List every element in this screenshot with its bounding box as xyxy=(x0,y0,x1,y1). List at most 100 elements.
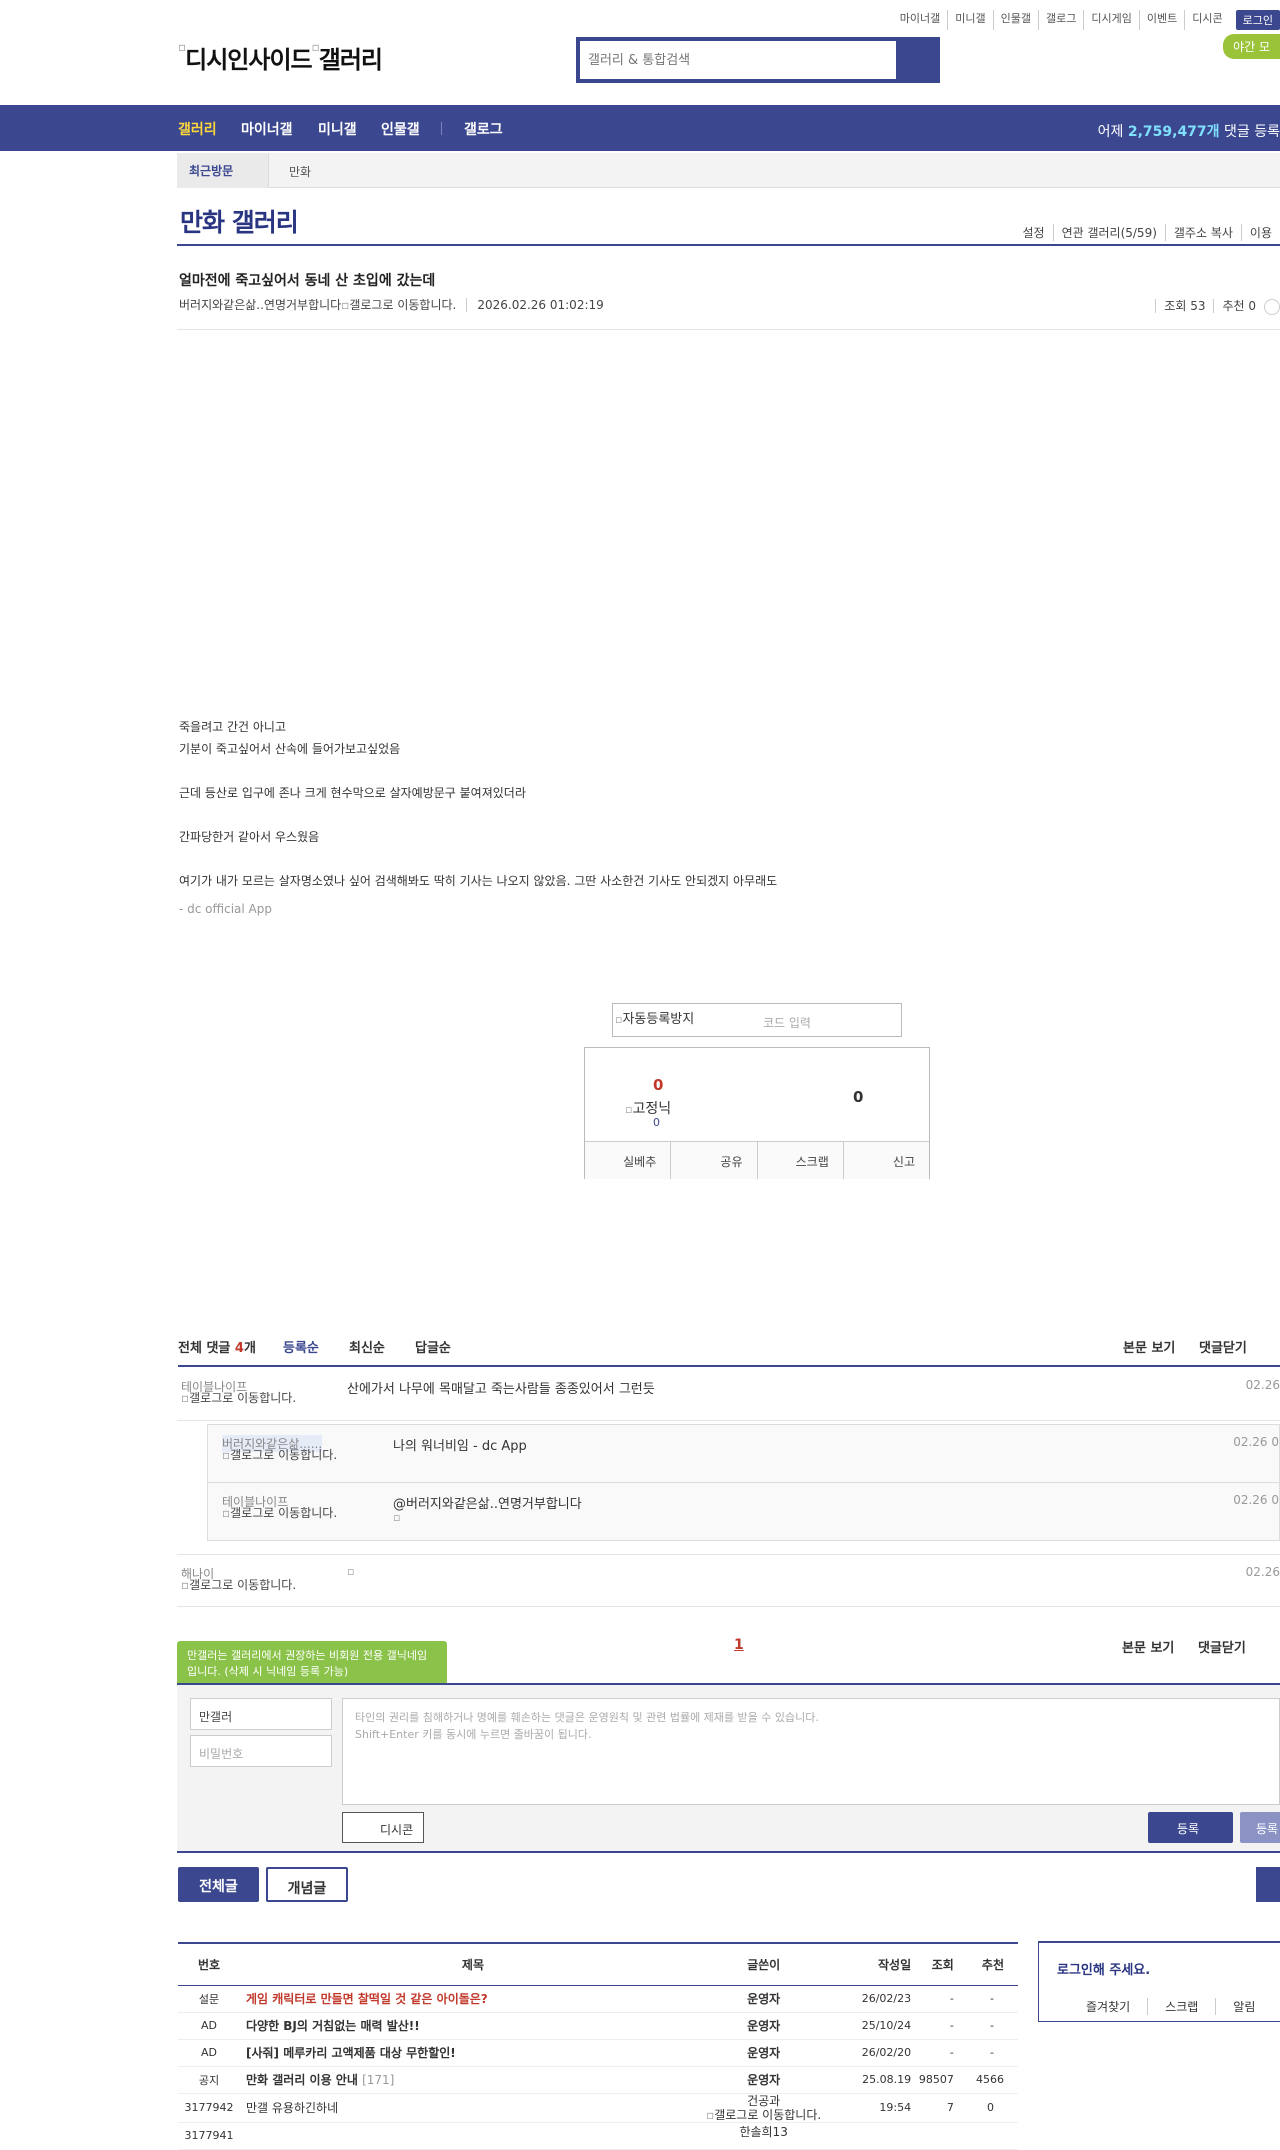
upvote-count[interactable]: 0 xyxy=(653,1076,663,1094)
settings-link[interactable]: 설정 xyxy=(1014,224,1052,241)
post-table: 번호 제목 글쓴이 작성일 조회 추천 설문 게임 캐릭터로 만들면 찰떡일 것… xyxy=(178,1944,1018,2150)
login-button[interactable]: 로그인 xyxy=(1235,10,1280,30)
favorites-link[interactable]: 즐겨찾기 xyxy=(1039,1998,1147,2015)
row-writer[interactable]: 운영자 xyxy=(705,2012,822,2040)
row-title[interactable]: 게임 캐릭터로 만들면 찰떡일 것 같은 아이돌은? xyxy=(239,1985,706,2013)
gallery-title[interactable]: 만화 갤러리 xyxy=(180,203,299,239)
nav-person[interactable]: 인물갤 xyxy=(381,119,420,139)
report-button[interactable]: 신고 xyxy=(842,1142,929,1179)
captcha-input[interactable]: 코드 입력 xyxy=(763,1014,811,1031)
toplink-person[interactable]: 인물갤 xyxy=(992,10,1038,30)
usage-link[interactable]: 이용 xyxy=(1240,224,1280,241)
gallog-icon[interactable]: ▫갤로그로 이동합니다. xyxy=(222,1507,337,1520)
toplink-gallog[interactable]: 갤로그 xyxy=(1038,10,1083,30)
row-recommend: - xyxy=(953,2012,1018,2040)
close-comments-link[interactable]: 댓글닫기 xyxy=(1198,1637,1246,1656)
nickname-input[interactable]: 만갤러 xyxy=(190,1698,332,1730)
sort-replies[interactable]: 답글순 xyxy=(415,1337,451,1356)
sort-registered[interactable]: 등록순 xyxy=(283,1337,319,1356)
gallog-icon[interactable]: ▫갤로그로 이동합니다. xyxy=(341,298,456,312)
write-button[interactable] xyxy=(1256,1867,1280,1902)
row-views: - xyxy=(911,2039,954,2067)
nav-gallog[interactable]: 갤로그 xyxy=(464,119,503,139)
notify-link[interactable]: 알림 xyxy=(1215,1998,1272,2015)
toplink-minor[interactable]: 마이너갤 xyxy=(893,10,947,30)
submit-recommend-button[interactable]: 등록 xyxy=(1240,1812,1280,1843)
row-comment-count[interactable]: [171] xyxy=(362,2073,394,2087)
toplink-event[interactable]: 이벤트 xyxy=(1138,10,1184,30)
stat-suffix: 댓글 등록 xyxy=(1224,124,1280,140)
row-writer[interactable]: 운영자 xyxy=(705,2066,822,2094)
comment-textarea[interactable]: 타인의 권리를 침해하거나 명예를 훼손하는 댓글은 운영원칙 및 관련 법률에… xyxy=(342,1698,1280,1805)
row-writer-cell[interactable]: 건공과 ▫갤로그로 이동합니다. xyxy=(705,2093,822,2123)
main-nav: 갤러리 마이너갤 미니갤 인물갤 갤로그 어제 2,759,477개 댓글 등록 xyxy=(0,105,1280,151)
post-views: 조회 53 xyxy=(1155,299,1214,313)
tab-all-posts[interactable]: 전체글 xyxy=(178,1867,259,1902)
captcha-image: ▫자동등록방지 xyxy=(615,1008,694,1027)
row-title[interactable]: 만갤 유용하긴하네 xyxy=(239,2093,706,2123)
broken-image-icon: ▫ xyxy=(222,1448,231,1462)
gallog-icon[interactable]: ▫갤로그로 이동합니다. xyxy=(706,2108,821,2122)
comment-total-label: 전체 댓글 xyxy=(178,1341,231,1356)
dccon-button[interactable]: 디시콘 xyxy=(342,1812,424,1843)
nav-minor[interactable]: 마이너갤 xyxy=(241,119,293,139)
nav-gallery[interactable]: 갤러리 xyxy=(178,119,217,139)
gallog-icon[interactable]: ▫갤로그로 이동합니다. xyxy=(222,1449,337,1462)
table-row[interactable]: 3177941 한솔희13 xyxy=(178,2122,1018,2150)
reply-mention[interactable]: @버러지와같은삶..연명거부합니다 xyxy=(393,1493,582,1512)
related-gallery-link[interactable]: 연관 갤러리(5/59) xyxy=(1052,224,1165,241)
scrap-link[interactable]: 스크랩 xyxy=(1147,1998,1215,2015)
share-button[interactable]: 공유 xyxy=(670,1142,756,1179)
table-row[interactable]: AD [사줘] 메루카리 고액제품 대상 무한할인! 운영자 26/02/20 … xyxy=(178,2039,1018,2067)
row-title[interactable]: [사줘] 메루카리 고액제품 대상 무한할인! xyxy=(239,2039,706,2067)
gallog-icon[interactable]: ▫갤로그로 이동합니다. xyxy=(181,1392,296,1405)
view-body-link[interactable]: 본문 보기 xyxy=(1122,1637,1174,1656)
row-writer[interactable]: 운영자 xyxy=(705,2039,822,2067)
night-mode-button[interactable]: 야간 모 xyxy=(1223,34,1280,59)
post-author[interactable]: 버러지와같은삶..연명거부합니다 xyxy=(179,298,341,312)
comment-page-1[interactable]: 1 xyxy=(734,1637,744,1653)
row-writer[interactable]: 운영자 xyxy=(705,1985,822,2013)
row-recommend: 0 xyxy=(953,2093,1018,2123)
row-date xyxy=(821,2122,912,2150)
best-recommend-button[interactable]: 실베추 xyxy=(585,1142,670,1179)
comment-count-icon[interactable] xyxy=(1264,298,1280,315)
nav-mini[interactable]: 미니갤 xyxy=(318,119,357,139)
textarea-placeholder-line: Shift+Enter 키를 동시에 누르면 줄바꿈이 됩니다. xyxy=(355,1728,592,1741)
row-writer[interactable]: 건공과 xyxy=(706,2094,821,2108)
row-title-cell[interactable]: 만화 갤러리 이용 안내 [171] xyxy=(239,2066,706,2094)
recent-item[interactable]: 만화 xyxy=(289,163,311,180)
toplink-mini[interactable]: 미니갤 xyxy=(947,10,992,30)
table-row[interactable]: 설문 게임 캐릭터로 만들면 찰떡일 것 같은 아이돌은? 운영자 26/02/… xyxy=(178,1985,1018,2013)
textarea-placeholder-line: 타인의 권리를 침해하거나 명예를 훼손하는 댓글은 운영원칙 및 관련 법률에… xyxy=(355,1711,819,1724)
table-row[interactable]: 공지 만화 갤러리 이용 안내 [171] 운영자 25.08.19 98507… xyxy=(178,2066,1018,2094)
gallog-icon[interactable]: ▫갤로그로 이동합니다. xyxy=(181,1579,296,1592)
table-row[interactable]: 3177942 만갤 유용하긴하네 건공과 ▫갤로그로 이동합니다. 19:54 … xyxy=(178,2093,1018,2123)
row-title[interactable] xyxy=(239,2122,706,2150)
body-line: 죽을려고 간건 아니고 xyxy=(179,720,286,734)
search-input[interactable] xyxy=(580,41,900,79)
row-title[interactable]: 만화 갤러리 이용 안내 xyxy=(246,2073,358,2087)
sort-latest[interactable]: 최신순 xyxy=(349,1337,385,1356)
downvote-count[interactable]: 0 xyxy=(853,1088,863,1106)
post-recommend: 추천 0 xyxy=(1213,299,1264,313)
site-logo[interactable]: ▫디시인사이드▫갤러리 xyxy=(178,40,383,75)
row-title[interactable]: 다양한 BJ의 거침없는 매력 발산!! xyxy=(239,2012,706,2040)
tab-concept-posts[interactable]: 개념글 xyxy=(266,1867,348,1902)
post-meta: 버러지와같은삶..연명거부합니다▫갤로그로 이동합니다. 2026.02.26 0… xyxy=(179,296,604,313)
body-line: 여기가 내가 모르는 살자명소였나 싶어 검색해봐도 딱히 기사는 나오지 않았… xyxy=(179,874,778,888)
row-writer[interactable]: 한솔희13 xyxy=(705,2122,822,2150)
scrap-button[interactable]: 스크랩 xyxy=(756,1142,843,1179)
view-body-link[interactable]: 본문 보기 xyxy=(1123,1337,1175,1356)
toplink-dccon[interactable]: 디시콘 xyxy=(1184,10,1229,30)
close-comments-link[interactable]: 댓글닫기 xyxy=(1199,1337,1247,1356)
table-row[interactable]: AD 다양한 BJ의 거침없는 매력 발산!! 운영자 25/10/24 - - xyxy=(178,2012,1018,2040)
toplink-dcgame[interactable]: 디시게임 xyxy=(1083,10,1138,30)
password-input[interactable]: 비밀번호 xyxy=(190,1735,332,1767)
post-divider xyxy=(177,329,1280,330)
submit-button[interactable]: 등록 xyxy=(1148,1812,1233,1843)
copy-address-link[interactable]: 갤주소 복사 xyxy=(1164,224,1241,241)
login-prompt[interactable]: 로그인해 주세요. xyxy=(1057,1959,1150,1978)
row-views: - xyxy=(911,2012,954,2040)
search-button[interactable] xyxy=(896,41,936,79)
